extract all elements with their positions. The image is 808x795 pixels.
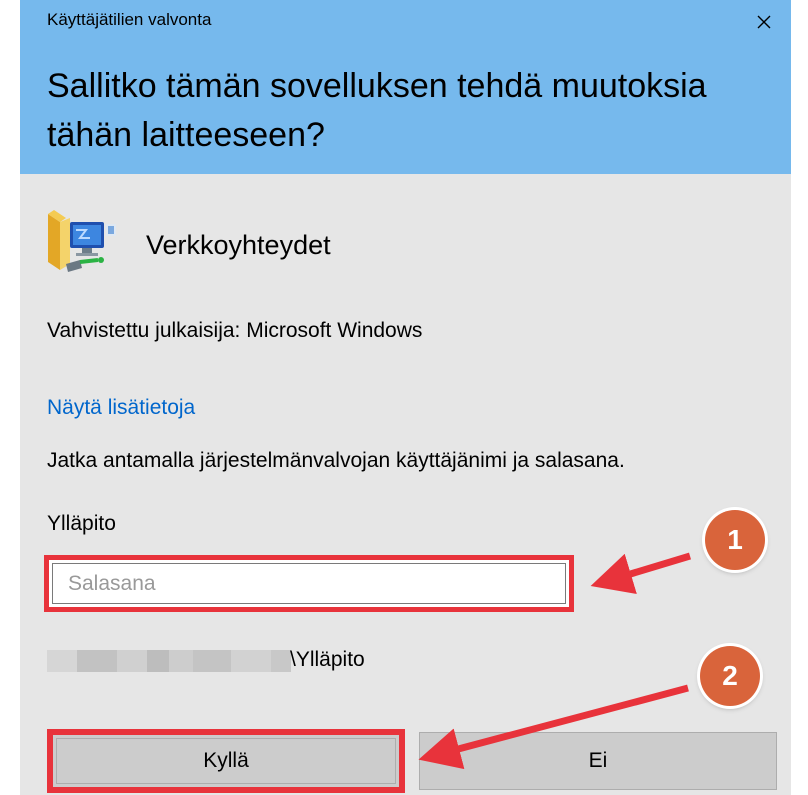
domain-username: \Ylläpito	[290, 648, 365, 671]
network-connections-icon	[48, 210, 116, 272]
app-name: Verkkoyhteydet	[146, 230, 331, 260]
close-icon	[757, 15, 771, 29]
dialog-header: Käyttäjätilien valvonta Sallitko tämän s…	[20, 0, 791, 174]
close-button[interactable]	[737, 0, 791, 44]
password-field[interactable]	[52, 563, 566, 604]
domain-redacted	[47, 650, 303, 672]
publisher-label: Vahvistettu julkaisija: Microsoft Window…	[47, 319, 423, 342]
yes-button[interactable]: Kyllä	[56, 738, 396, 784]
no-button[interactable]: Ei	[419, 732, 777, 790]
yes-highlight: Kyllä	[47, 729, 405, 793]
credentials-instruction: Jatka antamalla järjestelmänvalvojan käy…	[47, 449, 625, 472]
show-details-link[interactable]: Näytä lisätietoja	[47, 396, 195, 420]
step-badge-1: 1	[705, 510, 765, 570]
step-badge-2: 2	[700, 646, 760, 706]
password-highlight	[44, 555, 574, 612]
prompt-question: Sallitko tämän sovelluksen tehdä muutoks…	[47, 67, 707, 154]
uac-dialog: Käyttäjätilien valvonta Sallitko tämän s…	[20, 0, 791, 795]
username-label: Ylläpito	[47, 512, 116, 535]
window-title: Käyttäjätilien valvonta	[47, 10, 212, 29]
